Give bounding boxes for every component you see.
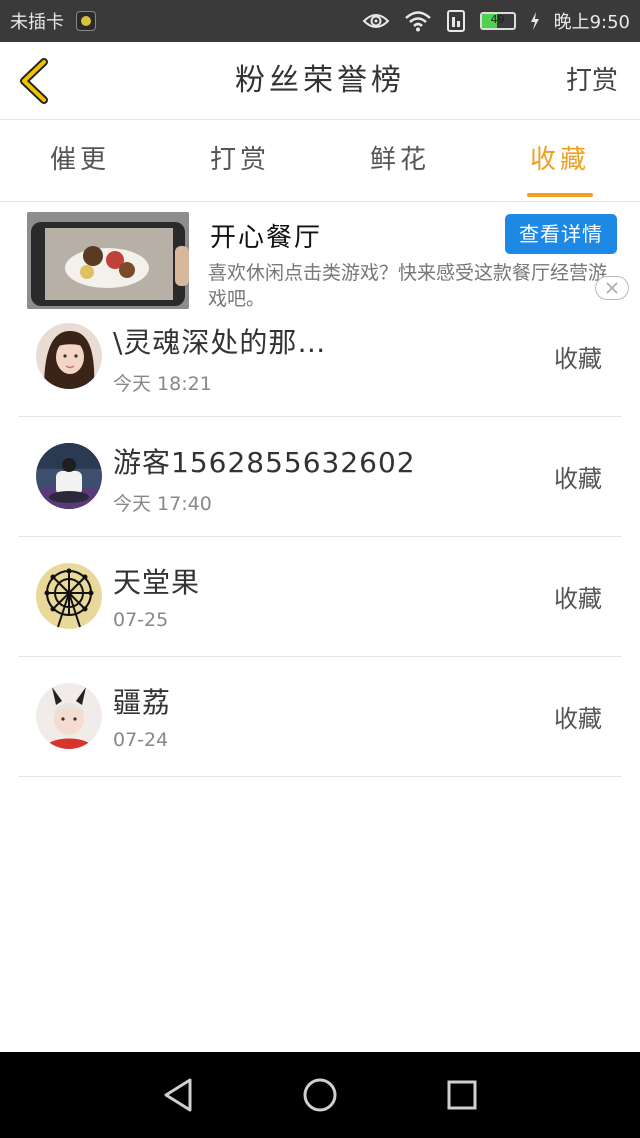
battery-icon: 49	[479, 12, 516, 30]
user-name: 游客1562855632602	[113, 446, 416, 479]
avatar[interactable]	[36, 323, 102, 389]
tab-flowers[interactable]: 鲜花	[320, 120, 480, 201]
favorite-label: 收藏	[554, 705, 602, 733]
sim-icon	[76, 11, 96, 31]
favorites-list: \灵魂深处的那… 今天 18:21 收藏 游客1562855632602 今天 …	[0, 297, 640, 777]
user-name: \灵魂深处的那…	[113, 326, 327, 359]
header: 粉丝荣誉榜 打赏	[0, 42, 640, 120]
page-title: 粉丝荣誉榜	[235, 63, 405, 98]
avatar[interactable]	[36, 443, 102, 509]
nav-recents-icon[interactable]	[445, 1078, 479, 1112]
data-transfer-icon	[446, 10, 465, 32]
favorite-label: 收藏	[554, 585, 602, 613]
favorite-label: 收藏	[554, 345, 602, 373]
wifi-icon	[404, 11, 431, 32]
carrier-text: 未插卡	[10, 12, 64, 33]
favorite-time: 07-24	[113, 729, 169, 751]
clock-text: 晚上9:50	[553, 12, 630, 33]
close-icon	[606, 282, 618, 294]
girl-with-bunny-ears-icon	[36, 683, 102, 749]
ad-banner[interactable]: 开心餐厅 查看详情 喜欢休闲点击类游戏？快来感受这款餐厅经营游戏吧。	[0, 203, 640, 311]
ad-phone-food-image	[27, 212, 189, 309]
favorite-label: 收藏	[554, 465, 602, 493]
ad-title: 开心餐厅	[210, 223, 323, 253]
ad-close-button[interactable]	[595, 276, 629, 300]
avatar[interactable]	[36, 563, 102, 629]
list-item[interactable]: 疆荔 07-24 收藏	[0, 657, 640, 777]
ferris-wheel-icon	[36, 563, 102, 629]
view-details-button[interactable]: 查看详情	[505, 214, 617, 254]
status-bar-right: 49 晚上9:50	[362, 8, 630, 34]
reward-button[interactable]: 打赏	[566, 42, 618, 120]
screen: 未插卡 49 晚上9:50 粉丝荣誉榜 打赏 催更 打赏 鲜花 收藏 开心餐厅 …	[0, 0, 640, 1138]
status-bar: 未插卡 49 晚上9:50	[0, 0, 640, 42]
favorite-time: 07-25	[113, 609, 169, 631]
tab-bar: 催更 打赏 鲜花 收藏	[0, 120, 640, 202]
ad-image[interactable]	[27, 212, 189, 309]
person-back-view-icon	[36, 443, 102, 509]
favorite-time: 今天 18:21	[113, 373, 212, 395]
eye-icon	[362, 14, 389, 28]
tab-favorites[interactable]: 收藏	[480, 120, 640, 201]
list-item[interactable]: 游客1562855632602 今天 17:40 收藏	[0, 417, 640, 537]
status-bar-left: 未插卡	[10, 8, 96, 34]
list-item[interactable]: 天堂果 07-25 收藏	[0, 537, 640, 657]
nav-home-icon[interactable]	[301, 1076, 339, 1114]
navigation-bar	[0, 1052, 640, 1138]
girl-portrait-icon	[36, 323, 102, 389]
charging-icon	[530, 12, 539, 30]
battery-level-text: 49	[490, 13, 505, 26]
tab-reward[interactable]: 打赏	[160, 120, 320, 201]
tab-urge-update[interactable]: 催更	[0, 120, 160, 201]
nav-back-icon[interactable]	[160, 1076, 196, 1114]
favorite-time: 今天 17:40	[113, 493, 212, 515]
user-name: 天堂果	[113, 566, 201, 599]
list-item[interactable]: \灵魂深处的那… 今天 18:21 收藏	[0, 297, 640, 417]
avatar[interactable]	[36, 683, 102, 749]
user-name: 疆荔	[113, 686, 172, 719]
